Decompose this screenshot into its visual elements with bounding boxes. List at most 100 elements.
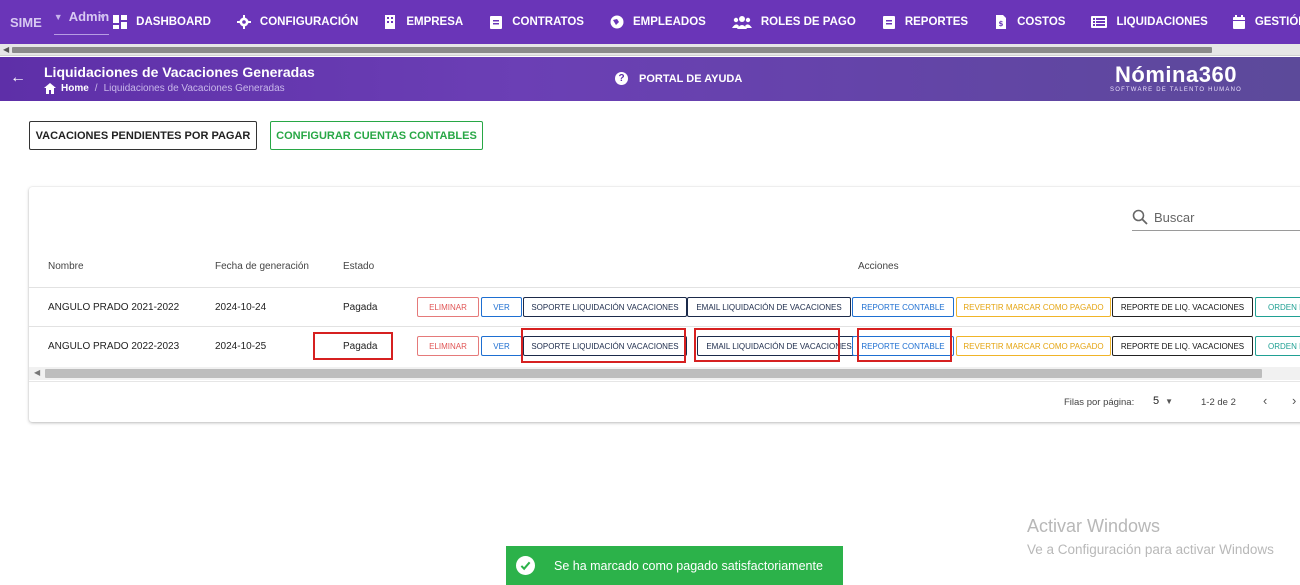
nav-liquidaciones[interactable]: LIQUIDACIONES [1091,0,1208,44]
user-select[interactable]: ▼ Admin ▼ [53,9,110,35]
clipboard-icon [882,15,896,29]
nav-label: EMPLEADOS [632,16,706,28]
globe-icon [610,15,624,29]
pending-vacations-button[interactable]: VACACIONES PENDIENTES POR PAGAR [29,121,257,150]
highlight-accounting [857,328,952,362]
table-scrollbar[interactable]: ◀ [29,367,1300,380]
scroll-left-icon[interactable]: ◀ [3,45,9,54]
calendar-icon [1232,15,1246,29]
chevron-down-icon: ▼ [98,12,108,22]
column-header-status[interactable]: Estado [343,261,374,272]
divider [29,381,1300,382]
column-header-name[interactable]: Nombre [48,261,84,272]
users-icon [731,15,752,29]
order-button[interactable]: ORDEN D [1255,297,1300,317]
liq-report-button[interactable]: REPORTE DE LIQ. VACACIONES [1112,297,1253,317]
nav-roles-pago[interactable]: ROLES DE PAGO [731,0,856,44]
email-button[interactable]: EMAIL LIQUIDACIÓN DE VACACIONES [687,297,851,317]
breadcrumb: Home / Liquidaciones de Vacaciones Gener… [44,83,285,94]
breadcrumb-separator: / [94,83,98,94]
scrollbar-thumb[interactable] [12,47,1212,53]
liq-report-button[interactable]: REPORTE DE LIQ. VACACIONES [1112,336,1253,356]
page-scrollbar[interactable]: ◀ [0,44,1300,56]
svg-text:$: $ [999,20,1004,28]
question-icon: ? [615,72,628,85]
nav-empresa[interactable]: EMPRESA [383,0,463,44]
dashboard-icon [113,15,128,29]
file-dollar-icon: $ [994,15,1008,29]
nav-label: CONTRATOS [512,16,584,28]
nav-reportes[interactable]: REPORTES [882,0,968,44]
caret-down-icon: ▼ [53,12,63,22]
list-icon [1091,15,1108,29]
nav-gestion[interactable]: GESTIÓN DE T [1232,0,1300,44]
logo-tagline: SOFTWARE DE TALENTO HUMANO [1110,87,1242,93]
breadcrumb-current: Liquidaciones de Vacaciones Generadas [103,83,285,94]
brand-label: SIME [10,14,42,30]
highlight-support [521,328,686,363]
building-icon [383,15,397,29]
support-button[interactable]: SOPORTE LIQUIDACIÓN VACACIONES [523,297,687,317]
delete-button[interactable]: ELIMINAR [417,336,479,356]
activation-watermark-title: Activar Windows [1027,516,1161,536]
rows-per-page-label: Filas por página: [1064,397,1135,408]
revert-paid-button[interactable]: REVERTIR MARCAR COMO PAGADO [956,297,1111,317]
nav-label: REPORTES [904,16,969,28]
search-placeholder: Buscar [1154,209,1195,225]
pagination-range: 1-2 de 2 [1201,397,1236,408]
table-card: Buscar Nombre Fecha de generación Estado… [29,187,1300,422]
nav-label: CONFIGURACIÓN [259,16,359,28]
chevron-right-icon[interactable]: › [1292,393,1296,408]
order-button[interactable]: ORDEN D [1255,336,1300,356]
nomina360-logo: Nómina360 SOFTWARE DE TALENTO HUMANO [1110,62,1242,93]
nav-empleados[interactable]: EMPLEADOS [610,0,706,44]
page-title: Liquidaciones de Vacaciones Generadas [44,64,315,80]
divider [29,287,1300,288]
home-icon [44,83,56,94]
nav-contratos[interactable]: CONTRATOS [489,0,584,44]
revert-paid-button[interactable]: REVERTIR MARCAR COMO PAGADO [956,336,1111,356]
nav-configuracion[interactable]: CONFIGURACIÓN [236,0,359,44]
back-arrow-icon[interactable]: ← [10,69,26,87]
nav-label: ROLES DE PAGO [760,16,856,28]
nav-dashboard[interactable]: DASHBOARD [113,0,211,44]
success-toast: Se ha marcado como pagado satisfactoriam… [506,546,843,585]
page-header: ← Liquidaciones de Vacaciones Generadas … [0,57,1300,101]
column-header-date[interactable]: Fecha de generación [215,261,309,272]
row-name: ANGULO PRADO 2022-2023 [48,341,180,352]
breadcrumb-home[interactable]: Home [61,83,89,94]
highlight-status [313,332,393,360]
nav-label: DASHBOARD [136,16,211,28]
divider [29,326,1300,327]
scroll-left-icon[interactable]: ◀ [34,368,40,377]
clipboard-icon [489,15,503,29]
nav-costos[interactable]: $ COSTOS [994,0,1065,44]
caret-down-icon: ▼ [1165,396,1174,406]
rows-per-page-select[interactable]: 5 ▼ [1153,395,1173,407]
scrollbar-thumb[interactable] [45,369,1262,378]
rows-per-page-value: 5 [1153,395,1160,407]
search-icon [1132,209,1148,225]
view-button[interactable]: VER [481,297,522,317]
nav-label: COSTOS [1017,16,1066,28]
row-status: Pagada [343,302,378,313]
row-name: ANGULO PRADO 2021-2022 [48,302,180,313]
accounting-report-button[interactable]: REPORTE CONTABLE [852,297,954,317]
highlight-email [694,328,840,362]
view-button[interactable]: VER [481,336,522,356]
help-portal-link[interactable]: ? PORTAL DE AYUDA [615,72,742,85]
configure-accounts-button[interactable]: CONFIGURAR CUENTAS CONTABLES [270,121,483,150]
logo-name: Nómina360 [1115,62,1237,87]
activation-watermark-subtitle: Ve a Configuración para activar Windows [1027,542,1274,557]
check-icon [516,556,535,575]
help-label: PORTAL DE AYUDA [639,72,743,85]
chevron-left-icon[interactable]: ‹ [1263,393,1267,408]
search-field[interactable]: Buscar [1132,204,1300,231]
toast-message: Se ha marcado como pagado satisfactoriam… [554,558,823,573]
row-date: 2024-10-25 [215,341,267,352]
column-header-actions: Acciones [858,261,899,272]
nav-label: EMPRESA [406,16,464,28]
nav-label: LIQUIDACIONES [1116,16,1208,28]
gear-icon [236,15,251,29]
delete-button[interactable]: ELIMINAR [417,297,479,317]
